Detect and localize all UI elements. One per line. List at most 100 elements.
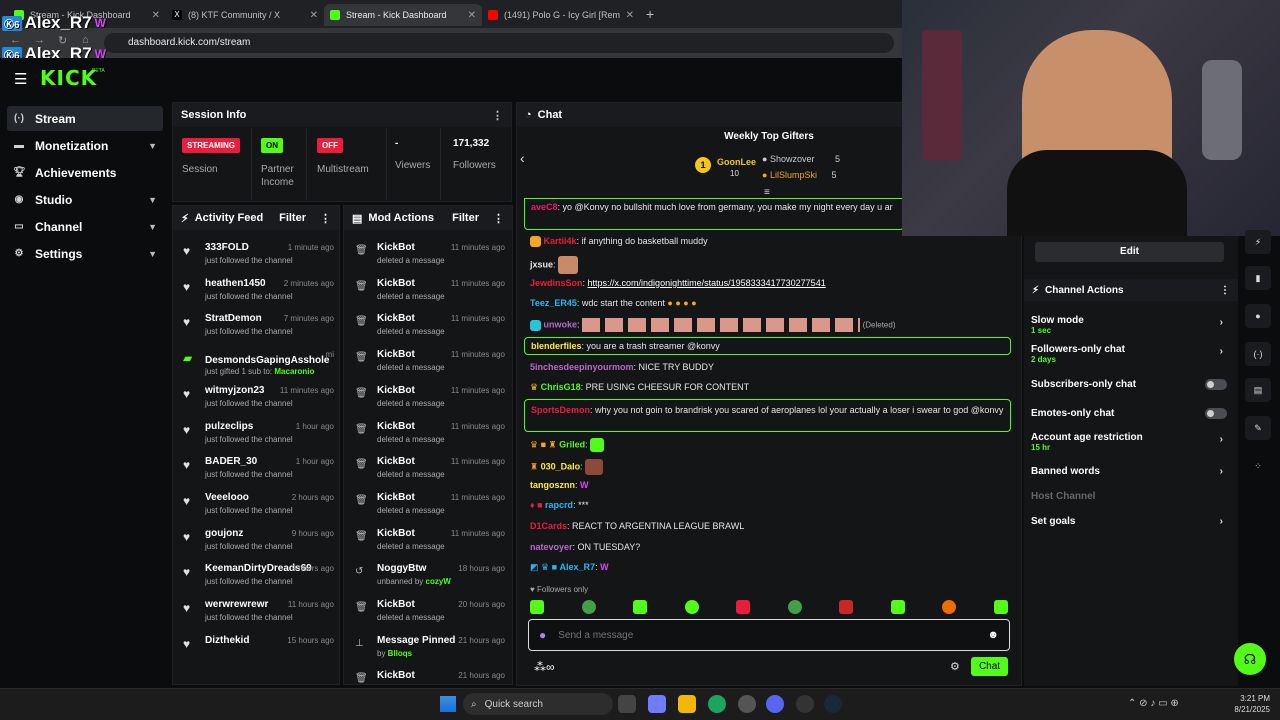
chat-message[interactable]: jxsue: xyxy=(530,256,579,274)
filter-button[interactable]: Filter xyxy=(452,212,479,224)
more-icon[interactable]: ⋮ xyxy=(493,212,504,225)
mod-action-item[interactable]: 🗑︎ KickBot 11 minutes ago deleted a message xyxy=(355,276,507,312)
windows-start-icon[interactable] xyxy=(440,696,456,712)
chat-message[interactable]: ◩ ♛ ■ Alex_R7: W xyxy=(530,562,609,573)
chat-message[interactable]: ♦ ■ rapcrd: *** xyxy=(530,500,589,510)
mod-action-item[interactable]: 🗑︎ KickBot 11 minutes ago deleted a message xyxy=(355,311,507,347)
sidebar-item-studio[interactable]: ◉ Studio ▼ xyxy=(7,187,163,212)
more-icon[interactable]: ⋮ xyxy=(492,109,503,122)
close-icon[interactable]: ✕ xyxy=(626,10,634,21)
mod-action-item[interactable]: 🗑︎ KickBot 11 minutes ago deleted a message xyxy=(355,419,507,455)
more-icon[interactable]: ⋮ xyxy=(1220,285,1230,296)
banned-words-setting[interactable]: Banned words › xyxy=(1031,466,1231,480)
chat-message[interactable]: Kartii4k: if anything do basketball mudd… xyxy=(530,236,708,248)
chat-message[interactable]: D1Cards: REACT TO ARGENTINA LEAGUE BRAWL xyxy=(530,521,744,531)
activity-item[interactable]: ♥ pulzeclips 1 hour ago just followed the c… xyxy=(183,419,336,455)
lightning-icon[interactable]: ⚡︎ xyxy=(1245,230,1271,254)
address-bar[interactable]: dashboard.kick.com/stream xyxy=(104,33,894,53)
chat-message-highlighted[interactable]: aveC8: yo @Konvy no bullshit much love f… xyxy=(524,198,904,230)
mod-action-item[interactable]: 🗑︎ KickBot 20 hours ago deleted a message xyxy=(355,597,507,633)
chat-link[interactable]: https://x.com/indigonighttime/status/195… xyxy=(588,278,826,288)
sidebar-item-settings[interactable]: ⚙ Settings ▼ xyxy=(7,241,163,266)
emote-icon[interactable] xyxy=(684,600,699,614)
mod-action-item[interactable]: 🗑︎ KickBot 11 minutes ago deleted a message xyxy=(355,454,507,490)
activity-item[interactable]: ♥ 333FOLD 1 minute ago just followed the ch… xyxy=(183,240,336,276)
new-tab-button[interactable]: + xyxy=(646,6,654,22)
account-age-setting[interactable]: Account age restriction 15 hr › xyxy=(1031,432,1231,456)
file-explorer-icon[interactable] xyxy=(678,695,696,713)
mod-action-item[interactable]: 🗑︎ KickBot 11 minutes ago deleted a message xyxy=(355,526,507,562)
emoji-picker-icon[interactable]: ☻ xyxy=(987,629,999,641)
chat-input-wrapper[interactable]: ● ☻ xyxy=(528,619,1010,651)
gear-icon[interactable]: ⚙ xyxy=(950,660,960,673)
activity-item[interactable]: ▰ DesmondsGapingAsshole mi just gifted 1 su… xyxy=(183,347,336,383)
emotes-only-toggle[interactable] xyxy=(1205,408,1227,419)
mod-action-item[interactable]: 🗑︎ KickBot 11 minutes ago deleted a message xyxy=(355,240,507,276)
obs-icon[interactable] xyxy=(796,695,814,713)
kick-logo[interactable]: KICK xyxy=(40,66,97,90)
mod-action-item[interactable]: ↺ NoggyBtw 18 hours ago unbanned by cozyW xyxy=(355,561,507,597)
system-tray-icons[interactable]: ⌃ ⊘ ♪ ▭ ⊕ xyxy=(1128,698,1179,709)
chat-input[interactable] xyxy=(558,629,976,641)
mod-action-item[interactable]: 🗑︎ KickBot 11 minutes ago deleted a message xyxy=(355,347,507,383)
close-icon[interactable]: ✕ xyxy=(310,10,318,21)
mod-action-item[interactable]: 🗑︎ KickBot 11 minutes ago deleted a message xyxy=(355,490,507,526)
subscribers-only-toggle[interactable] xyxy=(1205,379,1227,390)
more-icon[interactable]: ⋮ xyxy=(320,212,331,225)
chat-message[interactable]: 5inchesdeepinyourmom: NICE TRY BUDDY xyxy=(530,362,714,372)
chat-message-highlighted[interactable]: SportsDemon: why you not goin to brandri… xyxy=(524,399,1011,432)
subscribers-only-setting[interactable]: Subscribers-only chat xyxy=(1031,379,1231,393)
chat-message[interactable]: ♛ ChrisG18: PRE USING CHEESUR FOR CONTEN… xyxy=(530,382,749,393)
menu-icon[interactable]: ☰ xyxy=(14,70,27,88)
browser-tab[interactable]: X (8) KTF Community / X ✕ xyxy=(166,4,324,26)
mod-action-item[interactable]: ⊥ Message Pinned 21 hours ago by Blloqs xyxy=(355,633,507,669)
activity-item[interactable]: ♥ werwrewrewr 11 hours ago just followed th… xyxy=(183,597,336,633)
chat-message[interactable]: tangosznn: W xyxy=(530,480,589,490)
close-icon[interactable]: ✕ xyxy=(468,10,476,21)
mod-action-item[interactable]: 🗑︎ KickBot 11 minutes ago deleted a message xyxy=(355,383,507,419)
chat-message[interactable]: Teez_ER45: wdc start the content ● ● ● ● xyxy=(530,298,697,308)
activity-item[interactable]: ♥ witmyjzon23 11 minutes ago just followed … xyxy=(183,383,336,419)
edit-button[interactable]: Edit xyxy=(1035,242,1224,262)
chrome-icon[interactable] xyxy=(708,695,726,713)
chat-message[interactable]: natevoyer: ON TUESDAY? xyxy=(530,542,640,552)
emote-icon[interactable] xyxy=(633,600,648,614)
sidebar-item-achievements[interactable]: 🏆︎ Achievements xyxy=(7,160,163,185)
broadcast-icon[interactable]: (·) xyxy=(1245,342,1271,366)
emote-icon[interactable] xyxy=(787,600,802,614)
browser-tab-active[interactable]: Stream - Kick Dashboard ✕ xyxy=(324,4,482,26)
taskbar-search[interactable]: ⌕ Quick search xyxy=(463,693,613,715)
taskbar-clock[interactable]: 3:21 PM 8/21/2025 xyxy=(1226,693,1270,715)
chat-message-highlighted[interactable]: blenderfiles: you are a trash streamer @… xyxy=(524,337,1011,355)
activity-item[interactable]: ♥ Dizthekid 15 hours ago xyxy=(183,633,336,669)
support-headset-icon[interactable]: ☊ xyxy=(1234,643,1266,675)
emote-icon[interactable] xyxy=(993,600,1008,614)
set-goals-setting[interactable]: Set goals › xyxy=(1031,516,1231,530)
layout-icon[interactable]: ▤ xyxy=(1245,378,1271,402)
wrench-icon[interactable]: ✎ xyxy=(1245,416,1271,440)
emotes-only-setting[interactable]: Emotes-only chat xyxy=(1031,408,1231,422)
drag-handle-icon[interactable]: ≡ xyxy=(764,187,770,198)
points-icon[interactable]: ⁂∞ xyxy=(534,660,555,674)
activity-item[interactable]: ♥ heathen1450 2 minutes ago just followed t… xyxy=(183,276,336,312)
steam-icon[interactable] xyxy=(824,695,842,713)
browser-tab[interactable]: (1491) Polo G - Icy Girl [Remix] ✕ xyxy=(482,4,640,26)
sidebar-item-channel[interactable]: ▭ Channel ▼ xyxy=(7,214,163,239)
chevron-left-icon[interactable]: ‹ xyxy=(520,150,525,166)
activity-item[interactable]: ♥ BADER_30 1 hour ago just followed the cha… xyxy=(183,454,336,490)
sidebar-item-monetization[interactable]: ▬ Monetization ▼ xyxy=(7,133,163,158)
activity-item[interactable]: ♥ StratDemon 7 minutes ago just followed th… xyxy=(183,311,336,347)
emote-icon[interactable] xyxy=(736,600,751,614)
activity-item[interactable]: ♥ KeemanDirtyDreads69 9 hours ago just foll… xyxy=(183,561,336,597)
emote-icon[interactable] xyxy=(942,600,957,614)
document-icon[interactable]: ▮ xyxy=(1245,266,1271,290)
filter-button[interactable]: Filter xyxy=(279,212,306,224)
emote-icon[interactable] xyxy=(890,600,905,614)
chat-message[interactable]: ♜ 030_Dalo: xyxy=(530,459,604,475)
chat-message[interactable]: ♛ ■ ♜ Griled: xyxy=(530,438,605,452)
emote-icon[interactable] xyxy=(839,600,854,614)
chat-bubble-icon[interactable]: ● xyxy=(1245,304,1271,328)
app-icon[interactable] xyxy=(738,695,756,713)
copilot-icon[interactable] xyxy=(648,695,666,713)
microphone-icon[interactable]: ● xyxy=(539,628,546,642)
